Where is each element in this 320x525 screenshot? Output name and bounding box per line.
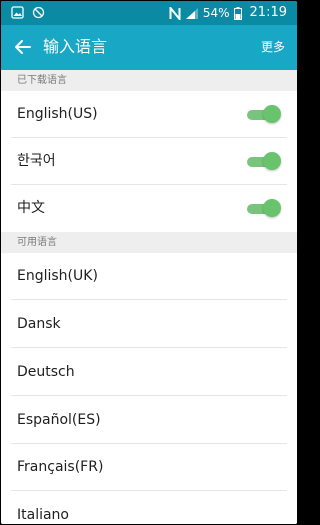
language-label: 中文 <box>17 200 45 216</box>
app-bar: 输入语言 更多 <box>1 25 297 70</box>
signal-icon <box>185 7 198 19</box>
divider <box>11 395 287 396</box>
list-item-italiano[interactable]: Italiano <box>1 492 297 524</box>
list-item-english-us[interactable]: English(US) <box>1 91 297 138</box>
list-item-english-uk[interactable]: English(UK) <box>1 253 297 300</box>
divider <box>11 299 287 300</box>
language-label: Italiano <box>17 507 69 523</box>
divider <box>11 347 287 348</box>
list-item-korean[interactable]: 한국어 <box>1 138 297 185</box>
clock: 21:19 <box>249 5 287 20</box>
toggle-english-us[interactable] <box>247 105 281 125</box>
toggle-thumb <box>263 152 281 170</box>
language-label: Français(FR) <box>17 459 104 475</box>
section-header-label: 已下载语言 <box>17 75 67 86</box>
section-header-downloaded: 已下载语言 <box>1 70 297 91</box>
language-label: Dansk <box>17 316 61 332</box>
language-label: English(UK) <box>17 268 98 284</box>
no-sync-icon <box>32 6 45 19</box>
battery-percent: 54% <box>202 6 230 20</box>
toggle-chinese[interactable] <box>247 199 281 219</box>
language-label: Deutsch <box>17 364 75 380</box>
screen: 54% 21:19 输入语言 更多 已下载语言 English(US) 한국어 <box>1 1 297 524</box>
divider <box>11 490 287 491</box>
battery-icon <box>233 6 242 20</box>
list-item-dansk[interactable]: Dansk <box>1 301 297 348</box>
language-label: Español(ES) <box>17 412 101 428</box>
toggle-korean[interactable] <box>247 152 281 172</box>
status-bar: 54% 21:19 <box>1 1 297 25</box>
status-left <box>11 6 45 19</box>
language-label: 한국어 <box>17 153 56 169</box>
gallery-icon <box>11 6 24 19</box>
status-right: 54% 21:19 <box>169 4 287 22</box>
list-item-francais[interactable]: Français(FR) <box>1 444 297 491</box>
toggle-thumb <box>263 199 281 217</box>
toggle-thumb <box>263 105 281 123</box>
list-item-deutsch[interactable]: Deutsch <box>1 349 297 396</box>
list-item-chinese[interactable]: 中文 <box>1 185 297 232</box>
more-button[interactable]: 更多 <box>261 39 285 55</box>
nfc-icon <box>169 6 181 20</box>
section-header-label: 可用语言 <box>17 237 57 248</box>
language-label: English(US) <box>17 106 98 122</box>
page-title: 输入语言 <box>43 37 108 56</box>
list-item-espanol[interactable]: Español(ES) <box>1 397 297 444</box>
section-header-available: 可用语言 <box>1 232 297 253</box>
back-arrow-icon[interactable] <box>13 37 33 57</box>
